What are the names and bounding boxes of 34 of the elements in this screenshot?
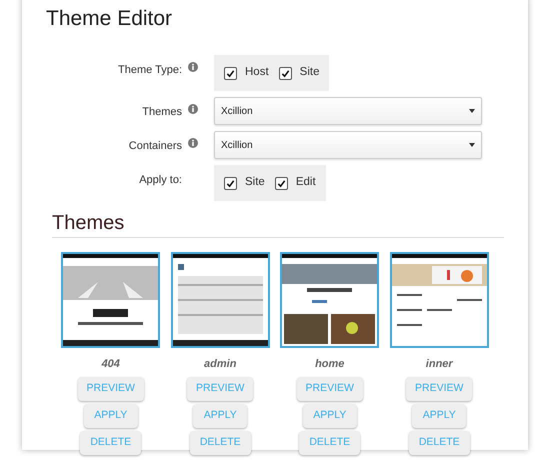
theme-name: admin (204, 357, 236, 372)
theme-name: 404 (102, 357, 120, 372)
checkbox[interactable] (274, 176, 288, 190)
checkbox-label: Site (300, 65, 320, 80)
theme-action-button[interactable]: APPLY (193, 404, 248, 428)
checkbox[interactable] (224, 176, 237, 190)
checkbox[interactable] (224, 66, 237, 80)
field-label: Themes (142, 105, 182, 120)
theme-action-button[interactable]: DELETE (299, 430, 360, 454)
theme-action-button[interactable]: APPLY (84, 404, 138, 428)
theme-action-button[interactable]: APPLY (412, 404, 466, 428)
checkbox-label: Site (245, 175, 265, 190)
caret-icon (469, 143, 475, 147)
theme-action-button[interactable]: PREVIEW (296, 376, 363, 400)
theme-action-button[interactable]: APPLY (302, 404, 357, 428)
theme-name: home (315, 357, 344, 372)
theme-action-button[interactable]: DELETE (80, 430, 142, 454)
checkbox[interactable] (278, 66, 292, 80)
field-label: Theme Type: (118, 63, 182, 78)
checkbox-label: Host (245, 65, 269, 80)
select-field[interactable]: Xcillion (214, 97, 482, 125)
section-heading: Themes (52, 213, 504, 238)
caret-icon (469, 109, 475, 113)
theme-action-button[interactable]: PREVIEW (78, 376, 144, 400)
page-title: Theme Editor (46, 8, 174, 29)
theme-action-button[interactable]: PREVIEW (406, 376, 472, 400)
field-label: Apply to: (139, 173, 182, 188)
field-label: Containers (128, 139, 182, 154)
select-field[interactable]: Xcillion (214, 131, 482, 159)
theme-action-button[interactable]: PREVIEW (187, 376, 254, 400)
checkbox-label: Edit (296, 175, 316, 190)
theme-name: inner (426, 357, 453, 372)
theme-action-button[interactable]: DELETE (408, 430, 470, 454)
theme-action-button[interactable]: DELETE (190, 430, 251, 454)
